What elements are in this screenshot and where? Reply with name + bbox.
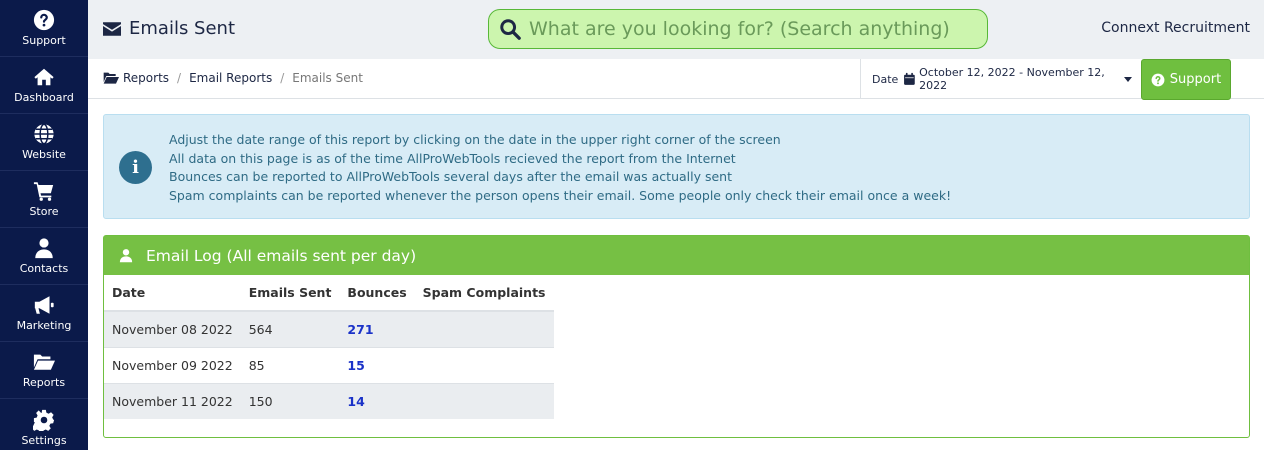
cell-date: November 09 2022 — [104, 346, 241, 383]
cell-spam-complaints — [414, 310, 554, 347]
calendar-icon — [904, 72, 916, 85]
home-icon — [34, 68, 54, 86]
user-icon — [35, 238, 53, 259]
search-input[interactable] — [529, 18, 969, 40]
alert-line: Bounces can be reported to AllProWebTool… — [169, 169, 733, 185]
cell-spam-complaints — [414, 382, 554, 419]
info-icon: i — [119, 151, 152, 184]
user-icon — [119, 249, 133, 263]
cell-emails-sent: 85 — [240, 346, 340, 383]
search-icon[interactable] — [499, 18, 521, 40]
column-header-date: Date — [104, 275, 241, 312]
sidebar-item-settings[interactable]: Settings — [0, 399, 88, 450]
date-range-picker[interactable]: Date October 12, 2022 - November 12, 202… — [860, 59, 1132, 99]
cell-date: November 08 2022 — [104, 310, 241, 347]
megaphone-icon — [34, 296, 54, 314]
breadcrumb-reports-link[interactable]: Reports — [123, 71, 169, 85]
sidebar-item-label: Store — [29, 205, 59, 218]
table-row: November 08 2022 564 271 — [104, 310, 554, 347]
sidebar-item-reports[interactable]: Reports — [0, 342, 88, 399]
panel-title: Email Log (All emails sent per day) — [146, 246, 417, 265]
sidebar-item-label: Settings — [21, 433, 67, 447]
breadcrumb-bar: Reports / Email Reports / Emails Sent Da… — [88, 59, 1264, 100]
table-row: November 11 2022 150 14 — [104, 382, 554, 419]
breadcrumb: Reports / Email Reports / Emails Sent — [103, 71, 363, 85]
folder-open-icon — [33, 354, 55, 370]
bounces-link[interactable]: 14 — [347, 394, 364, 409]
search-box[interactable] — [488, 9, 988, 49]
column-header-emails-sent: Emails Sent — [240, 275, 340, 312]
sidebar-item-store[interactable]: Store — [0, 171, 88, 228]
breadcrumb-email-reports-link[interactable]: Email Reports — [189, 71, 272, 85]
folder-open-icon — [103, 72, 119, 84]
question-circle-icon — [33, 9, 55, 31]
table-header-row: Date Emails Sent Bounces Spam Complaints — [104, 275, 554, 312]
sidebar-item-label: Marketing — [16, 319, 72, 332]
gear-icon — [33, 409, 55, 431]
info-alert: i Adjust the date range of this report b… — [103, 114, 1250, 219]
sidebar-item-website[interactable]: Website — [0, 114, 88, 171]
cell-emails-sent: 564 — [240, 310, 340, 347]
column-header-spam-complaints: Spam Complaints — [414, 275, 554, 312]
page-title-wrap: Emails Sent — [103, 18, 235, 39]
column-header-bounces: Bounces — [339, 275, 415, 312]
sidebar-item-marketing[interactable]: Marketing — [0, 285, 88, 342]
bounces-link[interactable]: 15 — [347, 358, 364, 373]
panel-header: Email Log (All emails sent per day) — [104, 236, 1249, 275]
envelope-icon — [103, 21, 121, 36]
support-button-label: Support — [1169, 72, 1222, 87]
email-log-table: Date Emails Sent Bounces Spam Complaints… — [104, 275, 554, 419]
caret-down-icon — [1124, 76, 1132, 82]
cart-icon — [33, 182, 54, 201]
sidebar-item-label: Dashboard — [14, 91, 74, 104]
breadcrumb-separator: / — [177, 71, 182, 85]
cell-emails-sent: 150 — [240, 382, 340, 419]
company-name[interactable]: Connext Recruitment — [1101, 20, 1250, 36]
top-header: Emails Sent Connext Recruitment — [88, 0, 1264, 59]
question-circle-icon — [1151, 73, 1165, 86]
alert-line: Adjust the date range of this report by … — [169, 132, 781, 147]
sidebar-item-label: Support — [22, 34, 66, 47]
sidebar-item-label: Contacts — [19, 262, 69, 275]
sidebar-item-support[interactable]: Support — [0, 0, 88, 57]
cell-spam-complaints — [414, 346, 554, 383]
date-label: Date — [872, 72, 899, 86]
sidebar: Support Dashboard Website Store Contacts… — [0, 0, 88, 450]
globe-icon — [34, 123, 54, 145]
page-title: Emails Sent — [129, 18, 236, 39]
alert-lines: Adjust the date range of this report by … — [169, 131, 951, 205]
sidebar-item-label: Website — [22, 148, 66, 161]
cell-bounces: 14 — [339, 382, 415, 419]
email-log-panel: Email Log (All emails sent per day) Date… — [103, 235, 1250, 438]
breadcrumb-separator: / — [280, 71, 285, 85]
cell-bounces: 271 — [339, 310, 415, 347]
alert-line: All data on this page is as of the time … — [169, 150, 736, 166]
cell-bounces: 15 — [339, 346, 415, 383]
breadcrumb-current: Emails Sent — [292, 71, 363, 85]
cell-date: November 11 2022 — [104, 382, 241, 419]
sidebar-item-dashboard[interactable]: Dashboard — [0, 57, 88, 114]
sidebar-item-label: Reports — [22, 376, 66, 389]
table-row: November 09 2022 85 15 — [104, 346, 554, 383]
bounces-link[interactable]: 271 — [347, 322, 373, 337]
sidebar-item-contacts[interactable]: Contacts — [0, 228, 88, 285]
alert-line: Spam complaints can be reported whenever… — [169, 187, 952, 203]
date-range-value: October 12, 2022 - November 12, 2022 — [919, 66, 1105, 92]
support-button[interactable]: Support — [1141, 59, 1231, 100]
